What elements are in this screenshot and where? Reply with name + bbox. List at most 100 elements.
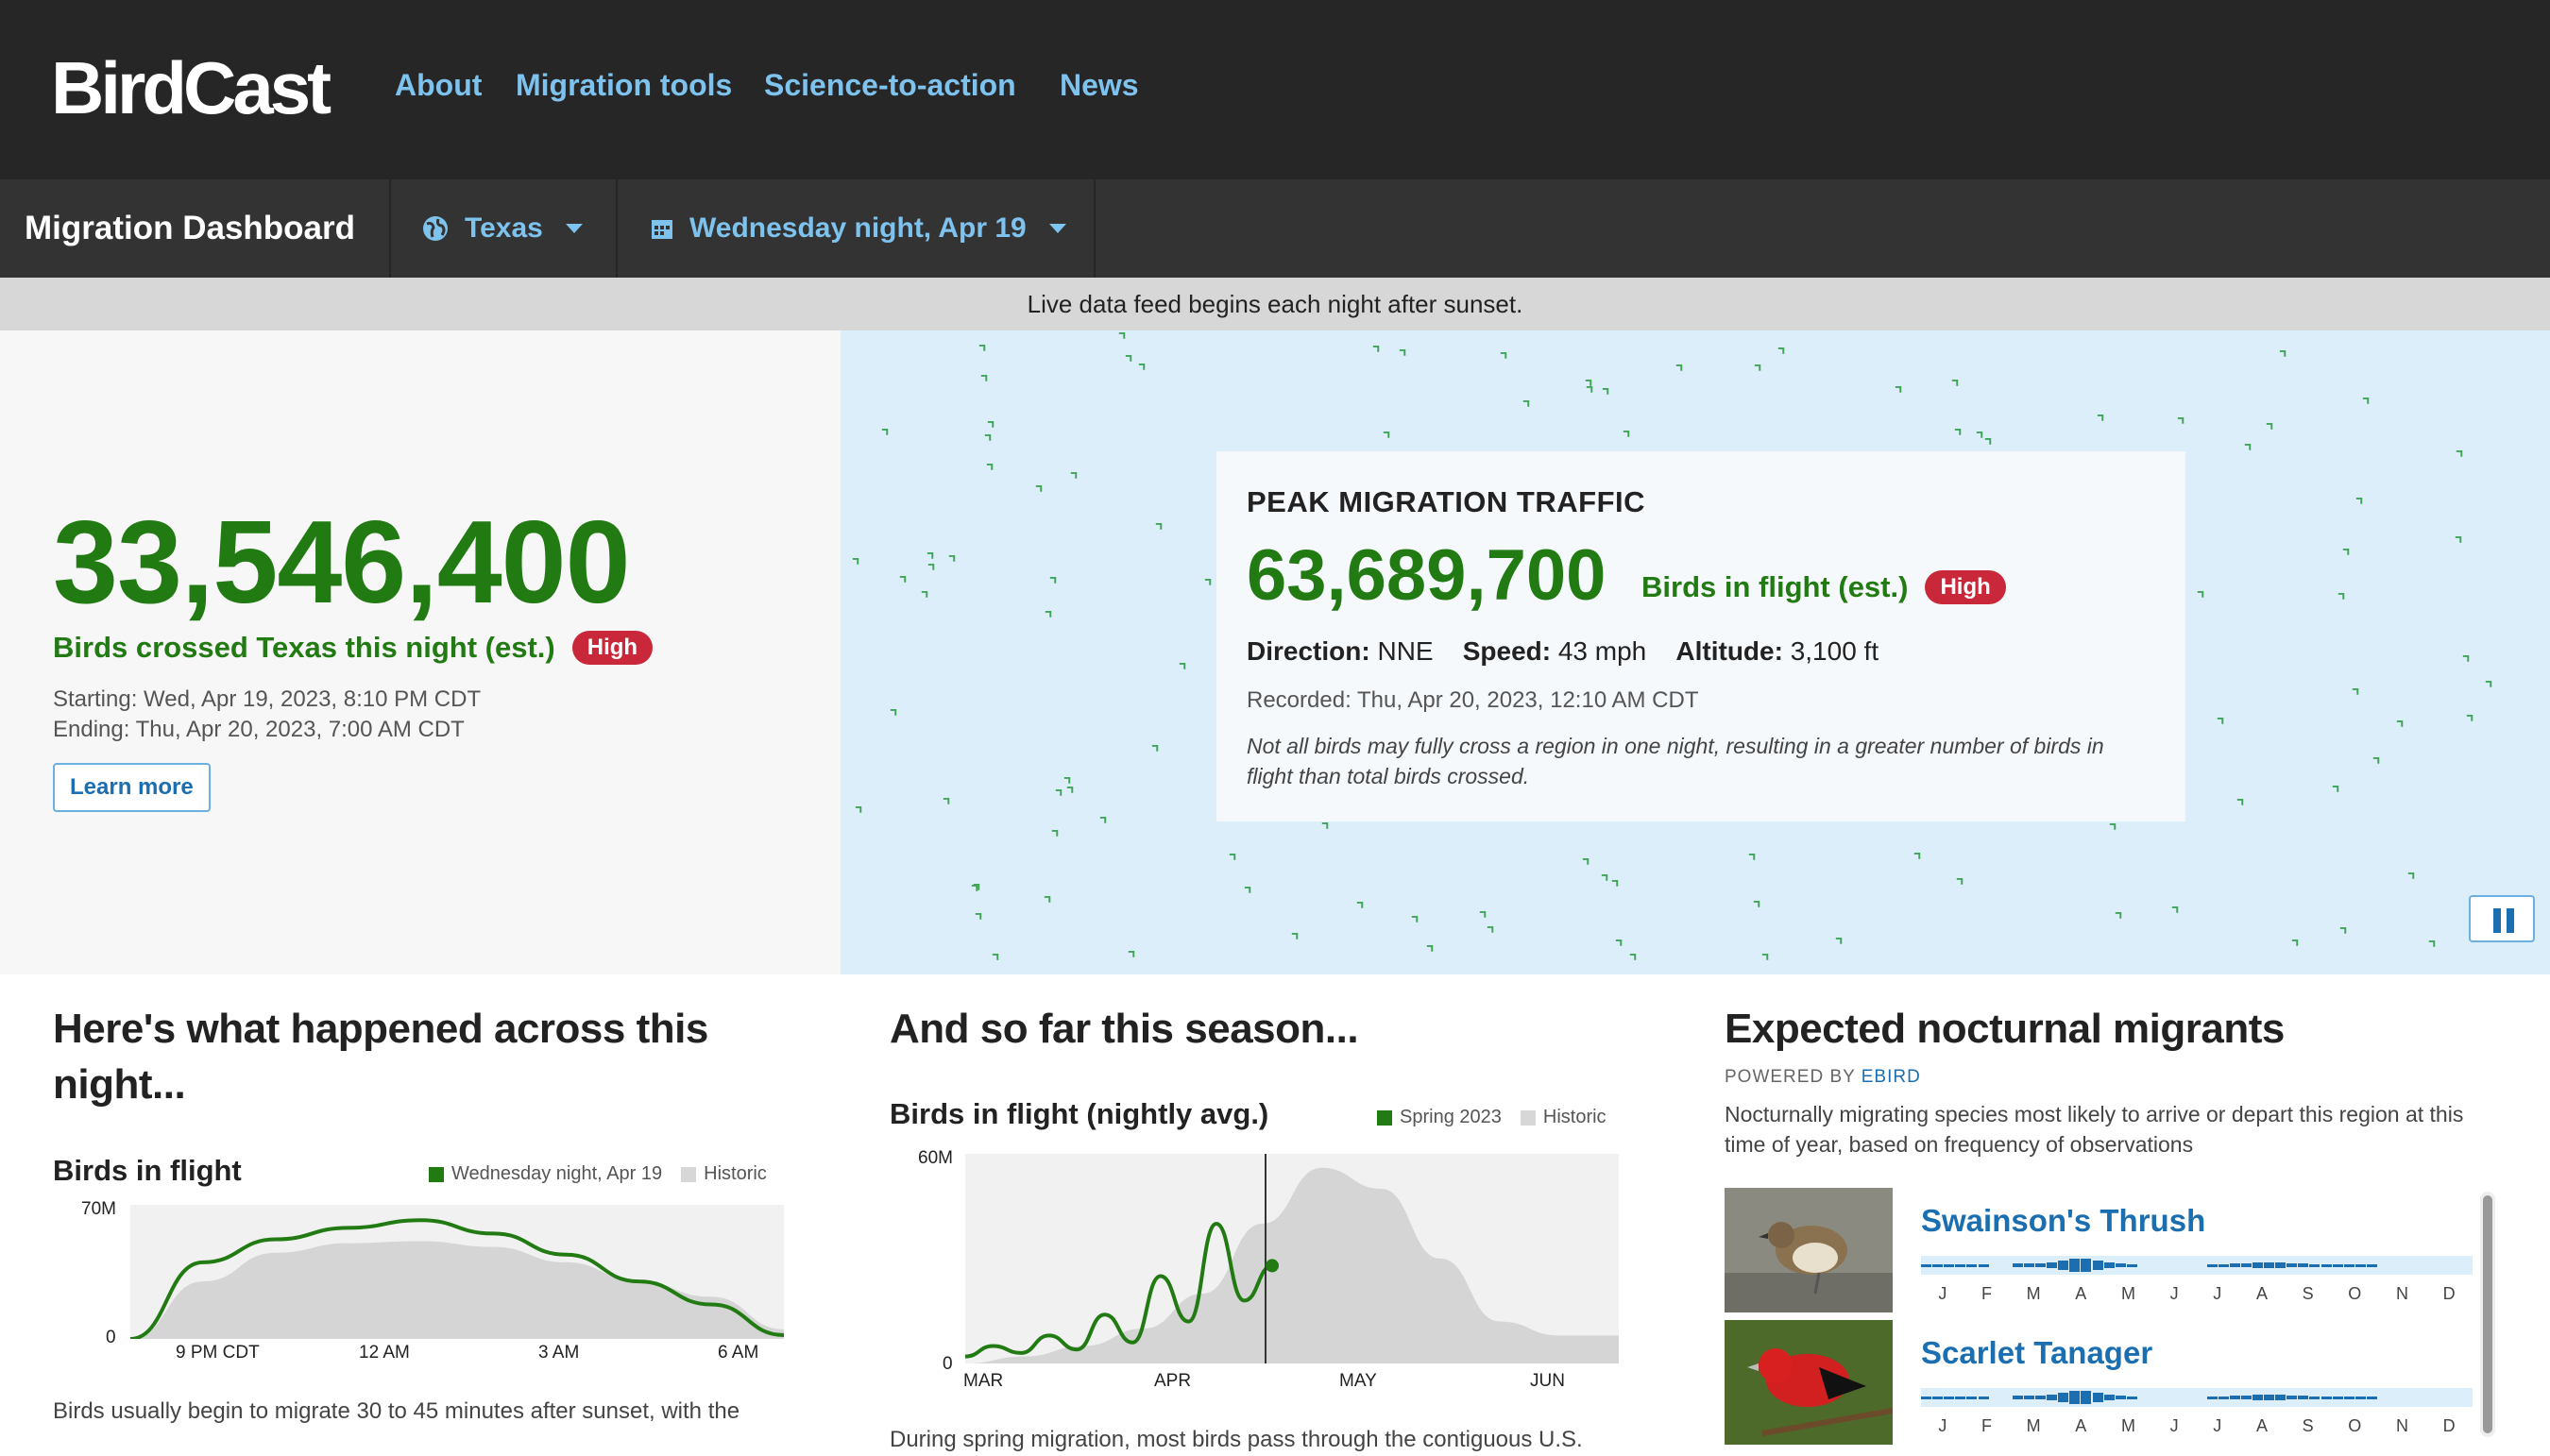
- bird-marker-icon: ⌝: [1615, 938, 1624, 957]
- scrollbar-thumb[interactable]: [2483, 1195, 2492, 1433]
- species-scrollbar[interactable]: [2480, 1192, 2495, 1437]
- species-name[interactable]: Scarlet Tanager: [1921, 1335, 2152, 1371]
- occurrence-segment: [2012, 1396, 2023, 1399]
- month-label: M: [2120, 1416, 2135, 1435]
- month-label: M: [2120, 1284, 2135, 1303]
- season-description: During spring migration, most birds pass…: [890, 1427, 1583, 1452]
- bird-marker-icon: ⌝: [1128, 949, 1136, 968]
- bird-marker-icon: ⌝: [2279, 348, 2287, 367]
- peak-stats: Direction: NNE Speed: 43 mph Altitude: 3…: [1247, 636, 1878, 667]
- occurrence-segment: [1966, 1396, 1978, 1399]
- occurrence-segment: [2035, 1263, 2046, 1267]
- month-axis: JFMAMJJASOND: [1921, 1284, 2473, 1304]
- species-name[interactable]: Swainson's Thrush: [1921, 1203, 2205, 1239]
- occurrence-segment: [2298, 1263, 2309, 1267]
- region-dropdown[interactable]: Texas: [421, 179, 583, 278]
- bird-marker-icon: ⌝: [1748, 852, 1757, 871]
- divider: [1094, 179, 1096, 278]
- bird-marker-icon: ⌝: [1044, 894, 1052, 913]
- nav-migration-tools[interactable]: Migration tools: [516, 68, 732, 103]
- bird-marker-icon: ⌝: [1035, 483, 1044, 502]
- bird-marker-icon: ⌝: [1063, 775, 1072, 794]
- nav-about[interactable]: About: [395, 68, 482, 103]
- bird-marker-icon: ⌝: [1623, 429, 1631, 448]
- y-tick: 60M: [918, 1148, 953, 1168]
- month-label: D: [2442, 1416, 2456, 1435]
- occurrence-segment: [1966, 1263, 1978, 1267]
- night-chart[interactable]: [130, 1205, 784, 1339]
- current-value-point: [1266, 1259, 1279, 1273]
- nav-science-to-action[interactable]: Science-to-action: [764, 68, 1016, 103]
- bird-marker-icon: ⌝: [1629, 952, 1638, 971]
- bird-marker-icon: ⌝: [1611, 878, 1620, 897]
- occurrence-segment: [2092, 1261, 2103, 1270]
- globe-icon: [423, 216, 448, 241]
- bird-marker-icon: ⌝: [1138, 362, 1147, 381]
- calendar-icon: [652, 220, 672, 239]
- season-chart[interactable]: [965, 1154, 1619, 1363]
- occurrence-segment: [2264, 1262, 2274, 1268]
- bird-marker-icon: ⌝: [1151, 743, 1160, 762]
- occurrence-segment: [1932, 1396, 1944, 1399]
- birdcast-logo[interactable]: BirdCast: [51, 45, 332, 131]
- occurrence-segment: [2343, 1396, 2354, 1399]
- occurrence-segment: [2126, 1396, 2137, 1399]
- occurrence-segment: [2286, 1396, 2298, 1399]
- date-dropdown[interactable]: Wednesday night, Apr 19: [650, 179, 1066, 278]
- occurrence-segment: [2332, 1263, 2343, 1267]
- scarlet-tanager-photo[interactable]: [1725, 1320, 1893, 1445]
- occurrence-segment: [2229, 1263, 2240, 1267]
- region-label: Texas: [465, 212, 543, 244]
- occurrence-segment: [2366, 1263, 2377, 1267]
- bird-marker-icon: ⌝: [1051, 828, 1060, 847]
- bird-marker-icon: ⌝: [1586, 384, 1594, 403]
- occurrence-bar: [1921, 1388, 2473, 1407]
- bird-marker-icon: ⌝: [1321, 821, 1330, 839]
- x-tick: 3 AM: [538, 1343, 580, 1363]
- bird-marker-icon: ⌝: [1229, 852, 1237, 871]
- occurrence-segment: [2058, 1393, 2069, 1402]
- month-label: D: [2442, 1284, 2456, 1303]
- occurrence-segment: [2023, 1396, 2034, 1399]
- bird-marker-icon: ⌝: [2362, 396, 2371, 415]
- legend-swatch: [429, 1166, 444, 1182]
- direction-label: Direction:: [1247, 636, 1370, 666]
- occurrence-segment: [1944, 1263, 1955, 1267]
- swainsons-thrush-photo[interactable]: [1725, 1188, 1893, 1312]
- pause-icon: [2493, 908, 2501, 933]
- y-tick: 0: [943, 1354, 953, 1374]
- bird-marker-icon: ⌝: [1291, 931, 1300, 950]
- bird-marker-icon: ⌝: [1426, 943, 1435, 962]
- bird-marker-icon: ⌝: [1500, 350, 1508, 369]
- occurrence-segment: [1921, 1396, 1931, 1399]
- learn-more-button[interactable]: Learn more: [53, 763, 211, 812]
- start-time: Starting: Wed, Apr 19, 2023, 8:10 PM CDT: [53, 686, 482, 712]
- occurrence-segment: [1978, 1263, 1989, 1267]
- occurrence-segment: [2206, 1396, 2218, 1399]
- legend-swatch: [1520, 1109, 1536, 1126]
- x-tick: MAR: [963, 1371, 1004, 1391]
- season-chart-title: Birds in flight (nightly avg.): [890, 1097, 1269, 1130]
- bird-marker-icon: ⌝: [1383, 430, 1391, 449]
- peak-label: Birds in flight (est.): [1641, 570, 1909, 603]
- bird-marker-icon: ⌝: [1118, 330, 1127, 349]
- bird-marker-icon: ⌝: [1125, 353, 1133, 372]
- ebird-link[interactable]: EBIRD: [1862, 1067, 1921, 1087]
- pause-button[interactable]: [2469, 895, 2535, 942]
- nav-news[interactable]: News: [1060, 68, 1139, 103]
- night-heading: Here's what happened across this night..…: [53, 1006, 708, 1109]
- bird-marker-icon: ⌝: [2342, 547, 2351, 566]
- total-birds-crossed: 33,546,400: [53, 498, 631, 628]
- month-label: A: [2255, 1416, 2268, 1435]
- x-tick: 6 AM: [718, 1343, 759, 1363]
- night-chart-title: Birds in flight: [53, 1154, 242, 1187]
- bird-marker-icon: ⌝: [1761, 952, 1770, 971]
- dashboard-title: Migration Dashboard: [25, 210, 356, 246]
- bird-marker-icon: ⌝: [1479, 909, 1488, 928]
- occurrence-segment: [2081, 1259, 2092, 1272]
- bird-marker-icon: ⌝: [2097, 413, 2105, 432]
- occurrence-segment: [2320, 1396, 2332, 1399]
- peak-note: Not all birds may fully cross a region i…: [1247, 734, 2104, 789]
- x-tick: 9 PM CDT: [176, 1343, 260, 1363]
- bird-marker-icon: ⌝: [926, 550, 935, 569]
